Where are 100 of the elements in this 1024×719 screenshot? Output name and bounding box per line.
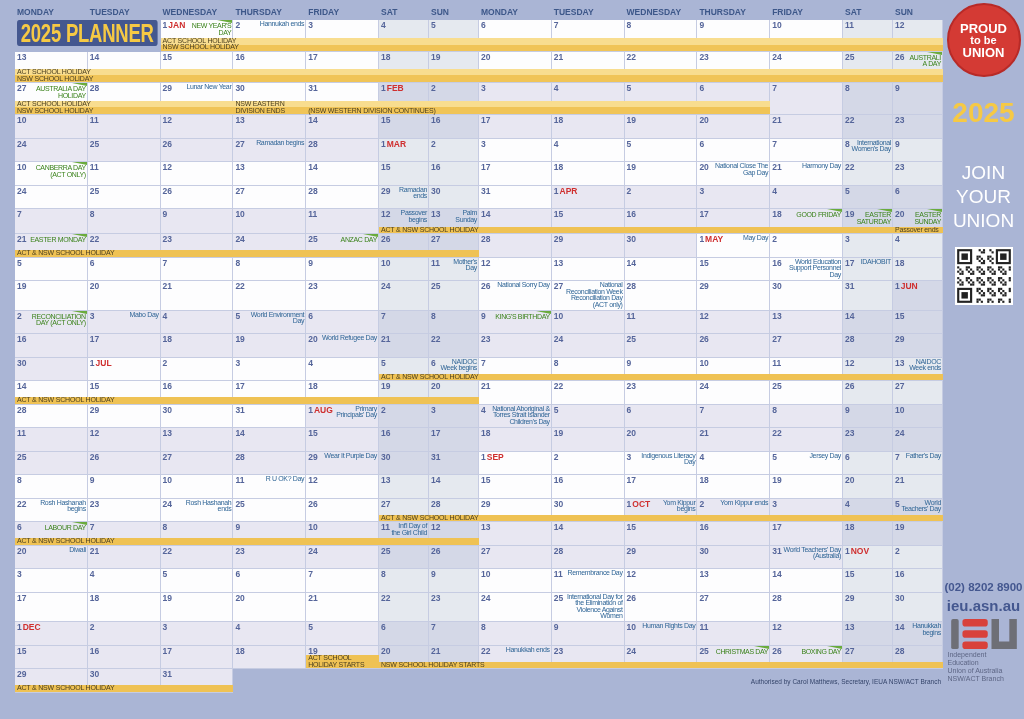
day-number: 24 [381, 282, 391, 292]
day-number: 1 [481, 452, 486, 462]
day-number: 26 [772, 646, 782, 656]
logo-icon [949, 619, 1018, 649]
day-number: 23 [235, 546, 245, 556]
day-number: 18 [308, 382, 318, 392]
weekday-header: TUESDAY [88, 6, 131, 17]
day-number: 24 [481, 593, 491, 603]
day-number: 14 [89, 52, 100, 62]
day-number: 12 [772, 623, 782, 632]
day-number: 9 [235, 523, 241, 533]
day-number: 15 [626, 523, 637, 533]
day-number: 23 [308, 282, 318, 292]
weekday-header: THURSDAY [234, 6, 283, 17]
day-number: 13 [772, 311, 782, 321]
day-number: 10 [699, 358, 709, 368]
day-number: 25 [626, 335, 637, 345]
day-number: 17 [162, 646, 173, 656]
day-number: 5 [626, 139, 632, 149]
day-number: 20 [481, 52, 491, 62]
day-number: 5 [772, 452, 777, 462]
day-number: 12 [162, 163, 173, 173]
day-number: 13 [17, 52, 27, 62]
month-label: SEP [486, 452, 504, 462]
day-number: 29 [699, 282, 709, 292]
day-number: 26 [626, 593, 637, 603]
day-number: 8 [235, 258, 241, 268]
day-number: 2 [381, 405, 386, 415]
day-number: 6 [308, 311, 313, 321]
day-number: 17 [772, 523, 782, 533]
day-number: 21 [772, 163, 782, 173]
day-number: 26 [162, 186, 173, 196]
day-number: 20 [381, 646, 391, 656]
day-number: 2 [235, 21, 241, 30]
day-number: 24 [17, 186, 27, 196]
day-number: 24 [162, 499, 173, 509]
day-number: 13 [553, 258, 564, 268]
day-number: 1 [162, 21, 168, 30]
slogan-text: YOUR [956, 185, 1011, 209]
day-number: 24 [553, 335, 564, 345]
day-number: 30 [17, 358, 27, 368]
day-number: 21 [772, 116, 782, 126]
day-number: 16 [894, 570, 905, 580]
day-number: 25 [381, 546, 391, 556]
day-number: 18 [235, 646, 245, 656]
day-number: 3 [772, 499, 777, 509]
day-number: 13 [381, 476, 391, 486]
day-number: 9 [553, 623, 559, 632]
day-number: 22 [162, 546, 173, 556]
day-number: 16 [626, 210, 637, 220]
day-number: 21 [308, 593, 318, 603]
day-number: 19 [235, 335, 245, 345]
day-number: 8 [89, 210, 95, 220]
day-number: 4 [235, 623, 241, 632]
day-number: 22 [553, 382, 564, 392]
day-number: 3 [17, 570, 22, 580]
day-number: 18 [89, 593, 100, 603]
day-number: 6 [481, 21, 486, 30]
day-number: 11 [308, 210, 318, 220]
slogan-text: UNION [952, 209, 1015, 233]
day-number: 14 [481, 210, 491, 220]
day-number: 29 [381, 186, 391, 196]
day-number: 25 [89, 186, 100, 196]
day-number: 13 [235, 163, 245, 173]
day-number: 1 [844, 546, 850, 556]
website-link[interactable]: ieu.asn.au [946, 597, 1021, 614]
day-number: 13 [894, 358, 905, 368]
day-number: 26 [89, 452, 100, 462]
day-number: 26 [481, 282, 491, 292]
day-number: 27 [235, 139, 245, 149]
day-number: 3 [308, 21, 313, 30]
day-number: 1 [381, 84, 386, 94]
day-number: 5 [844, 186, 850, 196]
day-number: 20 [699, 116, 709, 126]
day-number: 20 [235, 593, 245, 603]
month-label: FEB [386, 84, 404, 94]
day-number: 17 [481, 163, 491, 173]
day-number: 7 [772, 139, 777, 149]
day-number: 15 [89, 382, 100, 392]
day-number: 31 [162, 670, 173, 679]
day-number: 6 [235, 570, 241, 580]
day-number: 12 [381, 210, 391, 220]
day-number: 28 [17, 405, 27, 415]
day-number: 5 [308, 623, 313, 632]
holiday-flag-icon [217, 20, 233, 23]
day-number: 2 [553, 452, 559, 462]
weekday-header: SAT [380, 6, 399, 17]
day-number: 19 [553, 429, 564, 439]
day-number: 8 [162, 523, 168, 533]
day-number: 20 [89, 282, 100, 292]
day-number: 16 [431, 116, 441, 126]
day-number: 13 [844, 623, 855, 632]
day-number: 21 [553, 52, 564, 62]
day-number: 19 [844, 210, 855, 220]
day-number: 29 [308, 452, 318, 462]
day-number: 13 [699, 570, 709, 580]
day-number: 16 [381, 429, 391, 439]
day-number: 3 [431, 405, 436, 415]
day-number: 11 [772, 358, 782, 368]
day-number: 20 [308, 335, 318, 345]
